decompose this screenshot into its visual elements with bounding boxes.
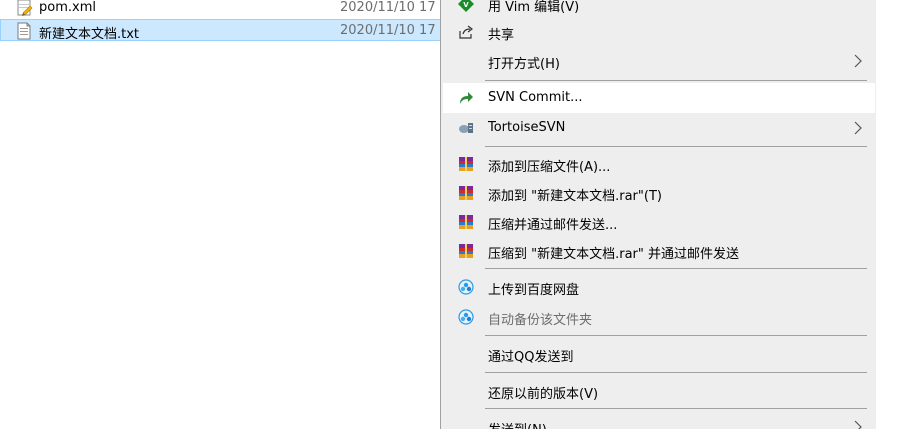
menu-label: 添加到压缩文件(A)...	[488, 160, 611, 175]
chevron-right-icon	[854, 54, 862, 68]
menu-item-compress-rar-email[interactable]: 压缩到 "新建文本文档.rar" 并通过邮件发送	[443, 236, 875, 266]
vim-icon: V	[458, 0, 474, 12]
winrar-icon	[459, 186, 473, 200]
menu-item-svn-commit[interactable]: SVN Commit...	[443, 83, 875, 113]
file-name: pom.xml	[39, 0, 96, 15]
menu-item-add-to-rar[interactable]: 添加到 "新建文本文档.rar"(T)	[443, 178, 875, 208]
menu-item-open-with[interactable]: 打开方式(H)	[443, 46, 875, 76]
menu-label: 压缩到 "新建文本文档.rar" 并通过邮件发送	[488, 247, 740, 262]
tortoisesvn-icon	[459, 123, 473, 133]
menu-label: 发送到(N)	[488, 419, 547, 429]
file-date: 2020/11/10 17	[340, 23, 436, 38]
menu-item-compress-email[interactable]: 压缩并通过邮件发送...	[443, 207, 875, 237]
baidu-netdisk-icon	[458, 309, 474, 325]
menu-item-share[interactable]: 共享	[443, 17, 875, 47]
menu-label: 压缩并通过邮件发送...	[488, 218, 618, 233]
menu-label: 共享	[488, 28, 515, 43]
menu-item-auto-backup[interactable]: 自动备份该文件夹	[443, 302, 875, 332]
menu-label: 打开方式(H)	[488, 57, 560, 72]
menu-separator	[485, 372, 867, 373]
menu-label: 还原以前的版本(V)	[488, 387, 599, 402]
svg-text:V: V	[463, 1, 469, 9]
file-name: 新建文本文档.txt	[39, 27, 140, 42]
menu-item-restore-versions[interactable]: 还原以前的版本(V)	[443, 376, 875, 406]
menu-item-send-to[interactable]: 发送到(N)	[443, 412, 875, 429]
chevron-right-icon	[854, 420, 862, 429]
menu-item-send-via-qq[interactable]: 通过QQ发送到	[443, 339, 875, 369]
menu-label: TortoiseSVN	[488, 120, 566, 135]
menu-separator	[485, 335, 867, 336]
share-icon	[459, 25, 473, 39]
baidu-netdisk-icon	[458, 279, 474, 295]
menu-label: 通过QQ发送到	[488, 350, 574, 365]
winrar-icon	[459, 215, 473, 229]
xml-file-icon	[17, 0, 33, 16]
menu-label: SVN Commit...	[488, 90, 583, 105]
file-date: 2020/11/10 17	[340, 0, 436, 15]
menu-separator	[485, 408, 867, 409]
file-row-txt[interactable]: 新建文本文档.txt 2020/11/10 17	[0, 19, 450, 42]
context-menu: V 用 Vim 编辑(V) 共享 打开方式(H) SVN Commit... T…	[440, 0, 876, 429]
file-list: pom.xml 2020/11/10 17 新建文本文档.txt 2020/11…	[0, 0, 450, 429]
menu-separator	[485, 146, 867, 147]
menu-separator	[485, 80, 867, 81]
file-row-pom[interactable]: pom.xml 2020/11/10 17	[0, 0, 450, 18]
menu-label: 自动备份该文件夹	[488, 313, 593, 328]
svn-commit-icon	[460, 92, 473, 104]
winrar-icon	[459, 157, 473, 171]
menu-label: 添加到 "新建文本文档.rar"(T)	[488, 189, 662, 204]
menu-separator	[485, 268, 867, 269]
menu-label: 用 Vim 编辑(V)	[488, 0, 580, 15]
menu-label: 上传到百度网盘	[488, 283, 580, 298]
chevron-right-icon	[854, 121, 862, 135]
menu-item-add-to-archive[interactable]: 添加到压缩文件(A)...	[443, 149, 875, 179]
winrar-icon	[459, 244, 473, 258]
menu-item-tortoisesvn[interactable]: TortoiseSVN	[443, 113, 875, 143]
text-file-icon	[17, 22, 31, 40]
menu-item-upload-baidu[interactable]: 上传到百度网盘	[443, 272, 875, 302]
